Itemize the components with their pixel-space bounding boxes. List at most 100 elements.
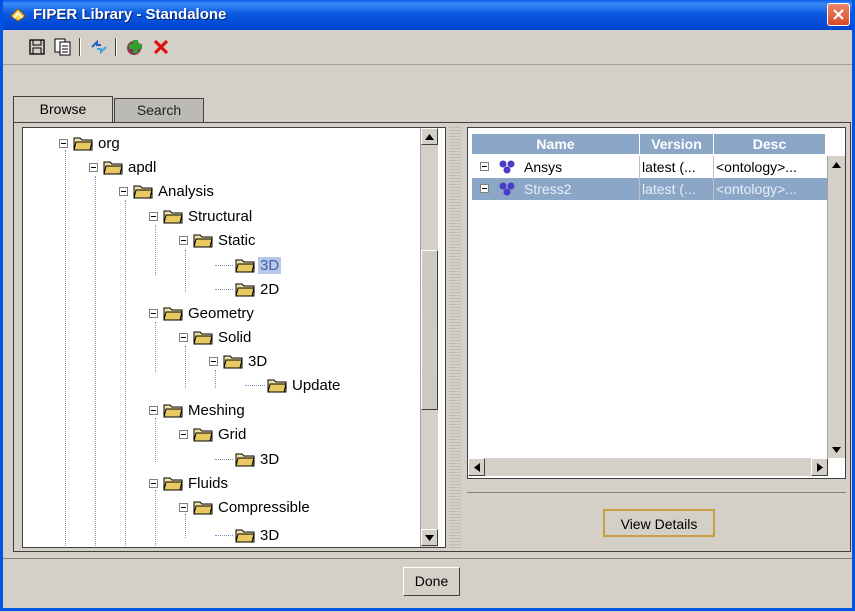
scroll-thumb[interactable] [421, 250, 438, 410]
tree-node[interactable]: apdl [89, 156, 158, 178]
tree-node-label: 3D [260, 526, 280, 544]
table-vertical-scrollbar[interactable] [827, 156, 845, 458]
tab-browse[interactable]: Browse [13, 96, 113, 122]
toolbar-separator [115, 38, 117, 56]
arrow-left-icon [473, 462, 480, 472]
tab-search[interactable]: Search [114, 98, 204, 122]
open-folder-icon [133, 185, 153, 198]
details-panel: View Details [467, 492, 846, 549]
open-folder-icon [163, 307, 183, 320]
tree-node-label: 2D [260, 280, 280, 298]
toolbar [3, 30, 852, 65]
tree-node-label: Geometry [188, 304, 254, 322]
tree-node-label: Compressible [218, 498, 310, 516]
open-folder-icon [163, 477, 183, 490]
collapse-icon[interactable] [179, 502, 188, 512]
tree-vertical-scrollbar[interactable] [420, 128, 438, 547]
tree-node[interactable]: Solid [179, 326, 253, 348]
collapse-icon[interactable] [179, 429, 188, 439]
close-button[interactable] [827, 3, 850, 26]
tree-node-label: Fluids [188, 474, 229, 492]
tree-node[interactable]: Update [267, 374, 342, 396]
table-row[interactable]: Stress2 latest (... <ontology>... [472, 178, 827, 200]
tree-node[interactable]: 3D [209, 350, 269, 372]
column-header-name[interactable]: Name [472, 134, 640, 154]
tree-node-label: apdl [128, 158, 157, 176]
open-folder-icon [267, 379, 287, 392]
collapse-icon[interactable] [149, 211, 158, 221]
add-button[interactable] [123, 35, 147, 59]
component-icon [499, 160, 515, 174]
split-pane-divider[interactable] [449, 127, 461, 548]
done-button[interactable]: Done [403, 567, 460, 596]
tree-node-label: Update [292, 376, 341, 394]
tree-node[interactable]: 3D [235, 448, 281, 470]
scroll-right-button[interactable] [811, 458, 828, 476]
tree-node-label: Grid [218, 425, 247, 443]
tree-node[interactable]: Static [179, 229, 258, 251]
open-folder-icon [193, 428, 213, 441]
arrow-down-icon [832, 446, 841, 453]
library-tree: org apdl Analysis Structural Static 3D 2… [22, 127, 446, 548]
save-icon [29, 39, 45, 55]
collapse-icon[interactable] [59, 138, 68, 148]
expand-icon[interactable] [480, 162, 489, 171]
tree-node[interactable]: Analysis [119, 180, 216, 202]
collapse-icon[interactable] [179, 332, 188, 342]
column-header-desc[interactable]: Desc [714, 134, 826, 154]
tree-node[interactable]: 3D [235, 254, 282, 276]
open-folder-icon [103, 161, 123, 174]
fiper-app-icon [10, 8, 26, 22]
scroll-up-button[interactable] [828, 156, 845, 173]
tree-node[interactable]: Fluids [149, 472, 230, 494]
collapse-icon[interactable] [179, 235, 188, 245]
arrow-up-icon [425, 133, 434, 140]
tree-node[interactable]: Structural [149, 205, 254, 227]
delete-button[interactable] [149, 35, 173, 59]
tree-node[interactable]: Grid [179, 423, 248, 445]
collapse-icon[interactable] [149, 405, 158, 415]
open-folder-icon [163, 210, 183, 223]
tree-node-label: Solid [218, 328, 252, 346]
tree-node[interactable]: 3D [235, 524, 281, 546]
copy-button[interactable] [51, 35, 75, 59]
collapse-icon[interactable] [119, 186, 128, 196]
refresh-icon [91, 39, 107, 55]
row-name: Stress2 [524, 181, 572, 197]
open-folder-icon [193, 331, 213, 344]
scroll-left-button[interactable] [468, 458, 485, 476]
tree-node[interactable]: 2D [235, 278, 281, 300]
tree-node-label: Meshing [188, 401, 245, 419]
tree-node-label: Static [218, 231, 256, 249]
table-horizontal-scrollbar[interactable] [468, 458, 828, 476]
delete-icon [153, 39, 169, 55]
refresh-button[interactable] [87, 35, 111, 59]
collapse-icon[interactable] [149, 478, 158, 488]
collapse-icon[interactable] [209, 356, 218, 366]
table-cell-name: Stress2 [472, 178, 640, 200]
tree-node[interactable]: Compressible [179, 496, 312, 518]
view-details-button[interactable]: View Details [603, 509, 715, 537]
tree-node[interactable]: Geometry [149, 302, 256, 324]
component-icon [499, 182, 515, 196]
tree-node[interactable]: Meshing [149, 399, 247, 421]
table-cell-version: latest (... [640, 156, 714, 178]
open-folder-icon [193, 501, 213, 514]
expand-icon[interactable] [480, 184, 489, 193]
tree-node[interactable]: org [59, 132, 122, 154]
tree-node-label: 3D [248, 352, 268, 370]
copy-icon [54, 38, 71, 56]
scroll-up-button[interactable] [421, 128, 438, 145]
window-title: FIPER Library - Standalone [33, 6, 227, 23]
save-button[interactable] [25, 35, 49, 59]
scroll-down-button[interactable] [828, 441, 845, 458]
table-row[interactable]: Ansys latest (... <ontology>... [472, 156, 827, 178]
column-header-version[interactable]: Version [640, 134, 714, 154]
collapse-icon[interactable] [149, 308, 158, 318]
table-cell-version: latest (... [640, 178, 714, 200]
arrow-right-icon [816, 462, 823, 472]
title-bar[interactable]: FIPER Library - Standalone [3, 0, 852, 30]
tree-node-label: Analysis [158, 182, 214, 200]
collapse-icon[interactable] [89, 162, 98, 172]
scroll-down-button[interactable] [421, 529, 438, 546]
